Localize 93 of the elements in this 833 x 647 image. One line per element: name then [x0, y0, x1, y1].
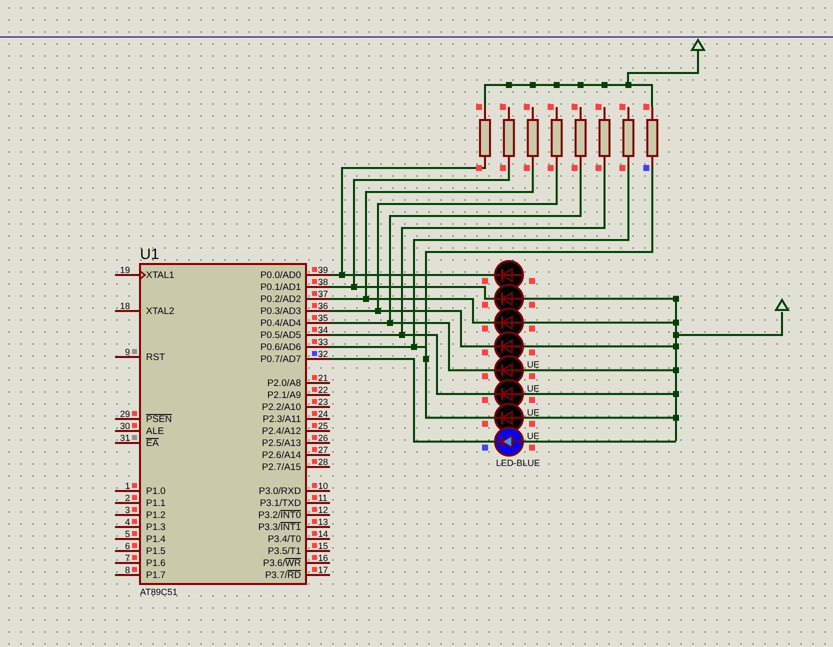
pin-label: P3.2/INT0 — [258, 510, 301, 521]
pin-number: 12 — [318, 505, 328, 515]
pin-number: 35 — [318, 313, 328, 323]
pin-number: 27 — [318, 445, 328, 455]
pin-label: ALE — [146, 426, 164, 437]
pin-label: P3.6/WR — [262, 558, 301, 569]
pin-number: 11 — [318, 493, 328, 503]
resistor — [526, 107, 539, 167]
pin-number: 6 — [124, 541, 130, 551]
pin-label: P1.3 — [146, 522, 166, 533]
pin-number: 5 — [124, 529, 130, 539]
pin-label: P0.5/AD5 — [260, 330, 301, 341]
power-terminal-icon — [774, 298, 790, 311]
pin-number: 14 — [318, 529, 328, 539]
pin-number: 34 — [318, 325, 328, 335]
pin-number: 16 — [318, 553, 328, 563]
chip-part-label: AT89C51 — [140, 587, 178, 597]
pin-number: 19 — [120, 265, 130, 275]
pin-number: 4 — [124, 517, 130, 527]
pin-label: P1.2 — [146, 510, 166, 521]
pin-label: P2.7/A15 — [262, 462, 301, 473]
pin-number: 17 — [318, 565, 328, 575]
pin-label: P2.4/A12 — [262, 426, 301, 437]
power-terminal-icon — [690, 38, 706, 51]
led-part-label: LED-BLUE — [496, 458, 540, 468]
resistor — [622, 107, 634, 167]
pin-label: P3.0/RXD — [258, 486, 301, 497]
pin-number: 30 — [120, 421, 130, 431]
pin-label: P0.6/AD6 — [260, 342, 301, 353]
pin-label: P0.7/AD7 — [260, 354, 301, 365]
pin-label: P1.7 — [146, 570, 166, 581]
pin-label: EA — [146, 438, 159, 449]
pin-label: P3.1/TXD — [260, 498, 301, 509]
pin-label: RST — [146, 352, 165, 363]
pin-label: P2.1/A9 — [267, 390, 301, 401]
pin-number: 9 — [124, 347, 130, 357]
pin-label: P1.5 — [146, 546, 166, 557]
pin-number: 39 — [318, 265, 328, 275]
pin-number: 26 — [318, 433, 328, 443]
pin-label: P0.4/AD4 — [260, 318, 301, 329]
pin-label: P2.0/A8 — [267, 378, 301, 389]
resistor — [574, 107, 587, 167]
resistor — [502, 107, 515, 167]
led-label: UE — [527, 360, 540, 370]
pin-number: 2 — [124, 493, 130, 503]
pin-label: P2.5/A13 — [262, 438, 301, 449]
pin-label: P2.2/A10 — [262, 402, 301, 413]
pin-label: XTAL2 — [146, 306, 174, 317]
pin-number: 3 — [124, 505, 130, 515]
pin-number: 31 — [120, 433, 130, 443]
pin-number: 10 — [318, 481, 328, 491]
pin-label: PSEN — [146, 414, 172, 425]
resistor — [646, 107, 658, 167]
pin-label: P3.5/T1 — [268, 546, 301, 557]
resistor — [479, 107, 491, 167]
pin-number: 32 — [318, 349, 328, 359]
pin-label: P3.4/T0 — [268, 534, 301, 545]
pin-number: 1 — [124, 481, 130, 491]
pin-number: 22 — [318, 385, 328, 395]
pin-label: P2.3/A11 — [262, 414, 301, 425]
led-label: UE — [527, 431, 540, 442]
pin-number: 24 — [318, 409, 328, 419]
pin-number: 37 — [318, 289, 328, 299]
pin-number: 7 — [124, 553, 130, 563]
pin-label: P0.0/AD0 — [260, 270, 301, 281]
pin-label: P1.4 — [146, 534, 166, 545]
pin-number: 36 — [318, 301, 328, 311]
led-label: UE — [527, 384, 540, 394]
pin-label: P0.3/AD3 — [260, 306, 301, 317]
pin-label: P0.2/AD2 — [260, 294, 301, 305]
pin-label: XTAL1 — [146, 270, 174, 281]
resistor — [598, 107, 610, 167]
pin-label: P3.7/RD — [265, 570, 301, 581]
pin-number: 38 — [318, 277, 328, 287]
pin-label: P1.6 — [146, 558, 166, 569]
pin-number: 23 — [318, 397, 328, 407]
pin-label: P3.3/INT1 — [258, 522, 301, 533]
led-label: UE — [527, 407, 540, 418]
chip-reference: U1 — [140, 246, 160, 263]
pin-number: 28 — [318, 457, 328, 467]
pin-number: 21 — [318, 373, 328, 383]
pin-number: 13 — [318, 517, 328, 527]
pin-label: P1.0 — [146, 486, 166, 497]
pin-number: 25 — [318, 421, 328, 431]
pin-number: 8 — [124, 565, 130, 575]
pin-label: P2.6/A14 — [262, 450, 301, 461]
resistor — [550, 107, 563, 167]
pin-number: 33 — [318, 337, 328, 347]
pin-label: P0.1/AD1 — [260, 282, 301, 293]
pin-number: 18 — [120, 301, 130, 311]
pin-number: 29 — [120, 409, 130, 419]
pin-number: 15 — [318, 541, 328, 551]
pin-label: P1.1 — [146, 498, 166, 509]
